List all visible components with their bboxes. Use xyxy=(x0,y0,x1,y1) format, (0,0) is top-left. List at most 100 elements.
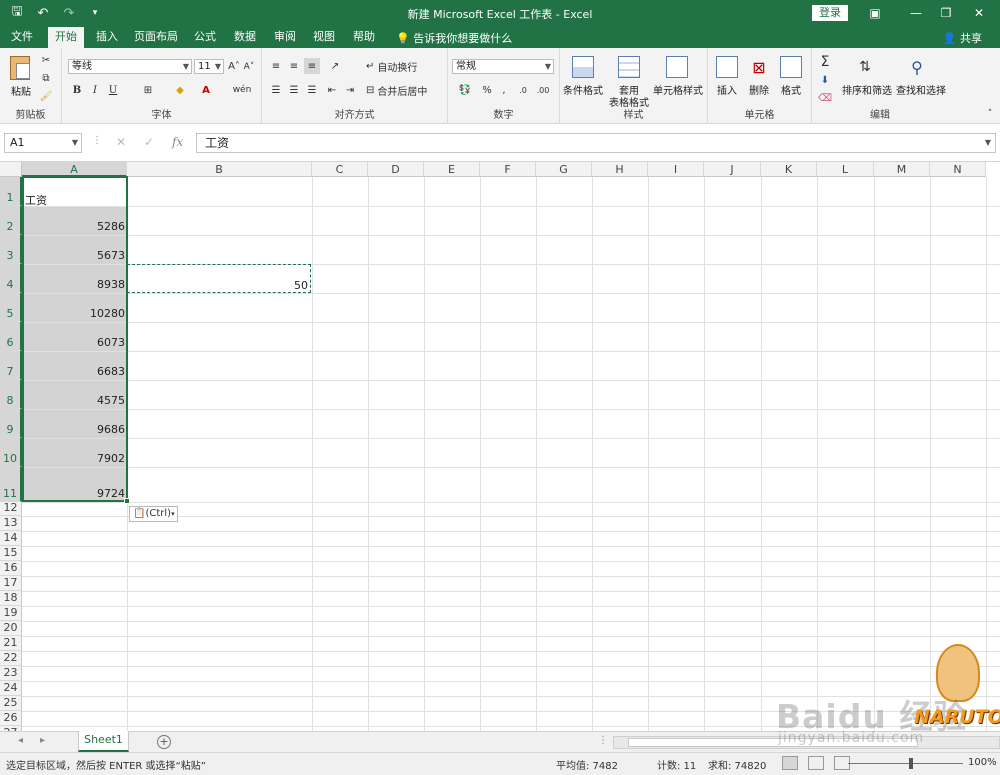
row-header-13[interactable]: 13 xyxy=(0,516,22,531)
cancel-icon[interactable]: ✕ xyxy=(116,135,126,149)
column-header-a[interactable]: A xyxy=(22,162,127,177)
zoom-slider-thumb[interactable] xyxy=(909,758,913,769)
collapse-ribbon-icon[interactable]: ˄ xyxy=(984,108,996,120)
tab-page-layout[interactable]: 页面布局 xyxy=(131,27,181,48)
align-bottom-icon[interactable]: ≡ xyxy=(304,58,320,74)
bold-button[interactable]: B xyxy=(70,82,84,98)
comma-style-button[interactable]: , xyxy=(498,82,510,98)
scrollbar-thumb[interactable] xyxy=(628,738,918,747)
prev-sheet-icon[interactable]: ◂ xyxy=(18,735,23,746)
pinyin-icon[interactable]: wén xyxy=(232,82,252,98)
normal-view-icon[interactable] xyxy=(782,756,798,770)
row-header-21[interactable]: 21 xyxy=(0,636,22,651)
conditional-formatting-label[interactable]: 条件格式 xyxy=(560,82,606,97)
tab-review[interactable]: 审阅 xyxy=(268,27,302,48)
row-header-10[interactable]: 10 xyxy=(0,438,22,467)
column-header-g[interactable]: G xyxy=(536,162,592,177)
italic-button[interactable]: I xyxy=(88,82,102,98)
row-header-19[interactable]: 19 xyxy=(0,606,22,621)
sort-filter-icon[interactable]: ⇅ xyxy=(852,54,878,80)
increase-decimal-icon[interactable]: .0 xyxy=(514,82,532,98)
row-header-5[interactable]: 5 xyxy=(0,293,22,322)
column-header-l[interactable]: L xyxy=(817,162,874,177)
tab-help[interactable]: 帮助 xyxy=(347,27,381,48)
find-select-label[interactable]: 查找和选择 xyxy=(894,82,948,97)
formula-input[interactable]: 工资 ▼ xyxy=(196,133,996,153)
clear-icon[interactable]: ⌫ xyxy=(816,90,834,106)
row-header-3[interactable]: 3 xyxy=(0,235,22,264)
insert-function-icon[interactable]: fx xyxy=(172,135,183,149)
insert-cells-label[interactable]: 插入 xyxy=(712,82,742,97)
column-header-e[interactable]: E xyxy=(424,162,480,177)
borders-icon[interactable]: ⊞ xyxy=(140,82,156,98)
format-painter-icon[interactable]: 🖌 xyxy=(38,88,54,104)
row-header-18[interactable]: 18 xyxy=(0,591,22,606)
percent-button[interactable]: % xyxy=(480,82,494,98)
row-header-7[interactable]: 7 xyxy=(0,351,22,380)
column-header-m[interactable]: M xyxy=(874,162,930,177)
paste-options-button[interactable]: 📋(Ctrl)▾ xyxy=(129,506,178,522)
row-header-26[interactable]: 26 xyxy=(0,711,22,726)
row-header-2[interactable]: 2 xyxy=(0,206,22,235)
tab-insert[interactable]: 插入 xyxy=(90,27,124,48)
decrease-decimal-icon[interactable]: .00 xyxy=(534,82,552,98)
align-middle-icon[interactable]: ≡ xyxy=(286,58,302,74)
more-options-icon[interactable]: ⋮ xyxy=(598,735,608,746)
row-header-6[interactable]: 6 xyxy=(0,322,22,351)
row-header-12[interactable]: 12 xyxy=(0,501,22,516)
row-header-4[interactable]: 4 xyxy=(0,264,22,293)
tab-file[interactable]: 文件 xyxy=(4,27,40,48)
column-header-i[interactable]: I xyxy=(648,162,704,177)
row-header-25[interactable]: 25 xyxy=(0,696,22,711)
row-header-15[interactable]: 15 xyxy=(0,546,22,561)
align-left-icon[interactable]: ☰ xyxy=(268,82,284,98)
enter-icon[interactable]: ✓ xyxy=(144,135,154,149)
row-header-20[interactable]: 20 xyxy=(0,621,22,636)
increase-indent-icon[interactable]: ⇥ xyxy=(342,82,358,98)
row-header-11[interactable]: 11 xyxy=(0,467,22,502)
worksheet-grid[interactable]: ABCDEFGHIJKLMN 1 2 3 4 5 6 7 8 9 10 11 12 13 14 15 16 17… xyxy=(0,162,1000,731)
delete-cells-icon[interactable]: ⊠ xyxy=(746,54,772,80)
row-header-23[interactable]: 23 xyxy=(0,666,22,681)
name-box[interactable]: A1 ▼ xyxy=(4,133,82,153)
autosum-icon[interactable]: Σ xyxy=(816,54,834,70)
copy-icon[interactable]: ⧉ xyxy=(38,70,54,86)
merge-center-button[interactable]: ⊟ 合并后居中 xyxy=(366,82,446,98)
row-header-17[interactable]: 17 xyxy=(0,576,22,591)
tab-home[interactable]: 开始 xyxy=(48,27,84,48)
decrease-indent-icon[interactable]: ⇤ xyxy=(324,82,340,98)
close-icon[interactable]: ✕ xyxy=(966,3,992,23)
horizontal-scrollbar[interactable] xyxy=(613,736,1000,749)
column-header-b[interactable]: B xyxy=(127,162,312,177)
underline-button[interactable]: U xyxy=(106,82,120,98)
add-sheet-icon[interactable]: + xyxy=(157,735,171,749)
select-all-button[interactable] xyxy=(0,162,22,177)
cell-styles-label[interactable]: 单元格样式 xyxy=(650,82,706,97)
minimize-icon[interactable]: — xyxy=(903,3,929,23)
column-header-k[interactable]: K xyxy=(761,162,817,177)
cell-styles-icon[interactable] xyxy=(664,54,690,80)
font-color-icon[interactable]: A xyxy=(198,82,214,98)
sheet-tab-sheet1[interactable]: Sheet1 xyxy=(78,731,129,752)
column-header-d[interactable]: D xyxy=(368,162,424,177)
next-sheet-icon[interactable]: ▸ xyxy=(40,735,45,746)
column-header-h[interactable]: H xyxy=(592,162,648,177)
row-header-1[interactable]: 1 xyxy=(0,177,22,206)
format-as-table-icon[interactable] xyxy=(616,54,642,80)
tab-data[interactable]: 数据 xyxy=(228,27,262,48)
align-right-icon[interactable]: ☰ xyxy=(304,82,320,98)
align-top-icon[interactable]: ≡ xyxy=(268,58,284,74)
align-center-icon[interactable]: ☰ xyxy=(286,82,302,98)
fill-color-icon[interactable]: ◆ xyxy=(172,82,188,98)
cut-icon[interactable]: ✂ xyxy=(38,52,54,68)
login-button[interactable]: 登录 xyxy=(812,5,848,21)
column-header-j[interactable]: J xyxy=(704,162,761,177)
ribbon-display-options-icon[interactable]: ▣ xyxy=(862,3,888,23)
find-select-icon[interactable]: ⚲ xyxy=(904,54,930,80)
row-header-16[interactable]: 16 xyxy=(0,561,22,576)
wrap-text-button[interactable]: ↵ 自动换行 xyxy=(366,58,444,74)
grow-font-icon[interactable]: A˄ xyxy=(227,59,241,74)
paste-label[interactable]: 粘贴 xyxy=(6,83,36,98)
sort-filter-label[interactable]: 排序和筛选 xyxy=(840,82,894,97)
fill-icon[interactable]: ⬇ xyxy=(816,72,834,88)
